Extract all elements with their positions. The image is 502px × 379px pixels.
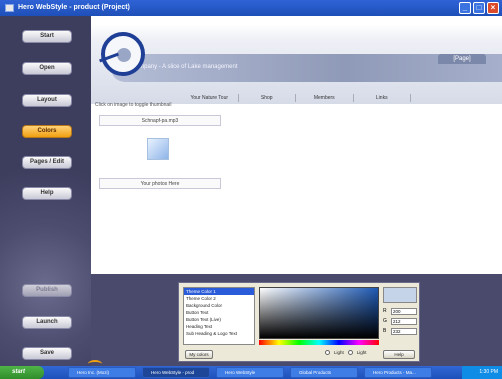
window-title: Hero WebStyle - product (Project)	[18, 4, 130, 11]
sidebar-button-launch[interactable]: Launch	[22, 316, 72, 329]
sidebar-button-publish[interactable]: Publish	[22, 284, 72, 297]
color-layer-item[interactable]: Button Text	[184, 309, 254, 316]
red-label: R	[383, 308, 387, 314]
photo-thumbnail[interactable]	[147, 138, 169, 160]
nav-item-members[interactable]: Members	[296, 94, 354, 102]
site-logo[interactable]	[99, 32, 145, 76]
nav-item-tour[interactable]: Your Nature Tour	[181, 94, 239, 102]
title-bar: Hero WebStyle - product (Project) _ □ ×	[0, 0, 502, 16]
red-value[interactable]: 200	[391, 307, 417, 315]
color-picker-panel: Theme Color 1 Theme Color 2 Background Col…	[178, 282, 420, 362]
green-value[interactable]: 212	[391, 317, 417, 325]
logo-swoosh	[99, 52, 119, 63]
blue-field[interactable]: B 232	[383, 327, 417, 335]
radio-light-b[interactable]	[347, 350, 353, 355]
close-button[interactable]: ×	[487, 2, 499, 14]
my-colors-button[interactable]: My colors	[185, 350, 213, 359]
taskbar-task[interactable]: Global Products	[290, 367, 358, 378]
minimize-button[interactable]: _	[459, 2, 471, 14]
color-spectrum[interactable]	[259, 287, 379, 339]
light-radio-group: Light Light	[325, 350, 367, 355]
taskbar-task[interactable]: Hero WebStyle	[216, 367, 284, 378]
hint-text: Click on image to toggle thumbnail	[95, 102, 172, 108]
sidebar-button-help[interactable]: Help	[22, 187, 72, 200]
taskbar: start 1:30 PM Hero Inc. (Mozi) Hero WebSt…	[0, 366, 502, 379]
green-label: G	[383, 318, 387, 324]
color-layer-item[interactable]: Theme Color 1	[184, 288, 254, 295]
color-layer-item[interactable]: Button Text (Live)	[184, 316, 254, 323]
maximize-button[interactable]: □	[473, 2, 485, 14]
main-content: Your company - A slice of Lake managemen…	[91, 16, 502, 274]
page-tab[interactable]: [Page]	[438, 54, 486, 64]
color-layer-item[interactable]: Theme Color 2	[184, 295, 254, 302]
sidebar-button-open[interactable]: Open	[22, 62, 72, 75]
nav-item-shop[interactable]: Shop	[239, 94, 296, 102]
color-layer-item[interactable]: Heading Text	[184, 323, 254, 330]
sidebar-button-colors[interactable]: Colors	[22, 125, 72, 138]
taskbar-task[interactable]: Hero Inc. (Mozi)	[68, 367, 136, 378]
nav-item-links[interactable]: Links	[354, 94, 411, 102]
green-field[interactable]: G 212	[383, 317, 417, 325]
radio-light-a-label: Light	[334, 350, 344, 355]
app-icon	[5, 4, 14, 12]
color-layer-item[interactable]: Sub Heading & Logo Text	[184, 330, 254, 337]
red-field[interactable]: R 200	[383, 307, 417, 315]
color-preview	[383, 287, 417, 303]
site-header: Your company - A slice of Lake managemen…	[91, 24, 502, 104]
color-layer-list[interactable]: Theme Color 1 Theme Color 2 Background Col…	[183, 287, 255, 345]
taskbar-task[interactable]: Hero Products - Ma...	[364, 367, 432, 378]
window-controls: _ □ ×	[459, 2, 499, 14]
blue-label: B	[383, 328, 387, 334]
help-button[interactable]: Help	[383, 350, 415, 359]
taskbar-task[interactable]: Hero WebStyle - prod	[142, 367, 210, 378]
site-navbar: Your Nature Tour Shop Members Links	[181, 94, 411, 102]
start-button[interactable]: start	[0, 366, 44, 379]
system-tray-clock: 1:30 PM	[462, 366, 502, 379]
audio-field[interactable]: Schnapf-pa.mp3	[99, 115, 221, 126]
color-layer-item[interactable]: Background Color	[184, 302, 254, 309]
radio-light-a[interactable]	[325, 350, 330, 355]
radio-light-b-label: Light	[356, 350, 367, 355]
blue-value[interactable]: 232	[391, 327, 417, 335]
hue-slider[interactable]	[259, 340, 379, 345]
sidebar-button-pages-edit[interactable]: Pages / Edit	[22, 156, 72, 169]
photos-field[interactable]: Your photos Here	[99, 178, 221, 189]
sidebar-button-save[interactable]: Save	[22, 347, 72, 360]
sidebar-button-start[interactable]: Start	[22, 30, 72, 43]
sidebar: Start Open Layout Colors Pages / Edit Help Pub…	[0, 16, 91, 366]
sidebar-button-layout[interactable]: Layout	[22, 94, 72, 107]
